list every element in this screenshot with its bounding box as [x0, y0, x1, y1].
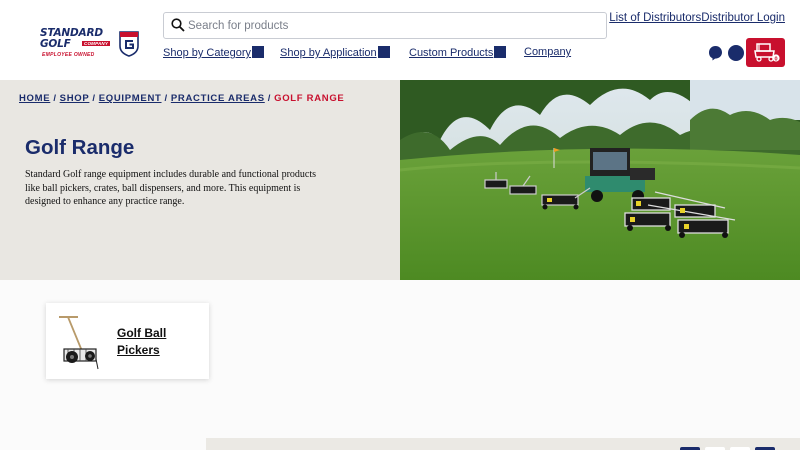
account-icon[interactable]: [708, 45, 723, 61]
nav-shop-by-category[interactable]: Shop by Category: [163, 46, 265, 59]
dropdown-icon[interactable]: [252, 46, 265, 58]
dropdown-icon[interactable]: [377, 46, 390, 58]
dropdown-icon[interactable]: [494, 46, 507, 58]
nav-custom-products[interactable]: Custom Products: [409, 46, 507, 59]
breadcrumb-practice-areas[interactable]: PRACTICE AREAS: [171, 93, 265, 104]
list-of-distributors-link[interactable]: List of Distributors: [609, 12, 701, 24]
distributor-login-link[interactable]: Distributor Login: [701, 12, 785, 24]
breadcrumb: HOME / SHOP / EQUIPMENT / PRACTICE AREAS / GOLF …: [19, 93, 345, 104]
search-icon[interactable]: [171, 18, 185, 32]
standard-golf-logo[interactable]: STANDARD GOLF COMPANY EMPLOYEE OWNED: [40, 28, 140, 62]
breadcrumb-current: GOLF RANGE: [274, 93, 345, 104]
logo-shield-icon: [119, 31, 139, 57]
category-card-golf-ball-pickers[interactable]: Golf Ball Pickers: [46, 303, 209, 379]
logo-company: COMPANY: [82, 41, 111, 46]
golf-range-photo: [400, 80, 800, 280]
nav-company[interactable]: Company: [524, 46, 571, 58]
breadcrumb-equipment[interactable]: EQUIPMENT: [99, 93, 162, 104]
search-bar[interactable]: [163, 12, 607, 39]
hero-image: [400, 80, 800, 280]
logo-tagline: EMPLOYEE OWNED: [42, 52, 95, 58]
breadcrumb-shop[interactable]: SHOP: [60, 93, 90, 104]
top-links: List of DistributorsDistributor Login: [609, 12, 785, 24]
page-description: Standard Golf range equipment includes d…: [25, 169, 317, 207]
category-card-label[interactable]: Golf Ball Pickers: [117, 325, 197, 359]
cart-icon: 0: [754, 43, 780, 62]
golf-ball-picker-image: [59, 316, 99, 370]
search-input[interactable]: [188, 18, 588, 34]
svg-text:0: 0: [774, 56, 777, 62]
site-header: STANDARD GOLF COMPANY EMPLOYEE OWNED Lis…: [0, 0, 800, 80]
page-title: Golf Range: [25, 136, 135, 159]
nav-shop-by-application[interactable]: Shop by Application: [280, 46, 390, 59]
cart-button[interactable]: 0: [746, 38, 785, 67]
breadcrumb-home[interactable]: HOME: [19, 93, 50, 104]
globe-icon[interactable]: [728, 45, 744, 61]
